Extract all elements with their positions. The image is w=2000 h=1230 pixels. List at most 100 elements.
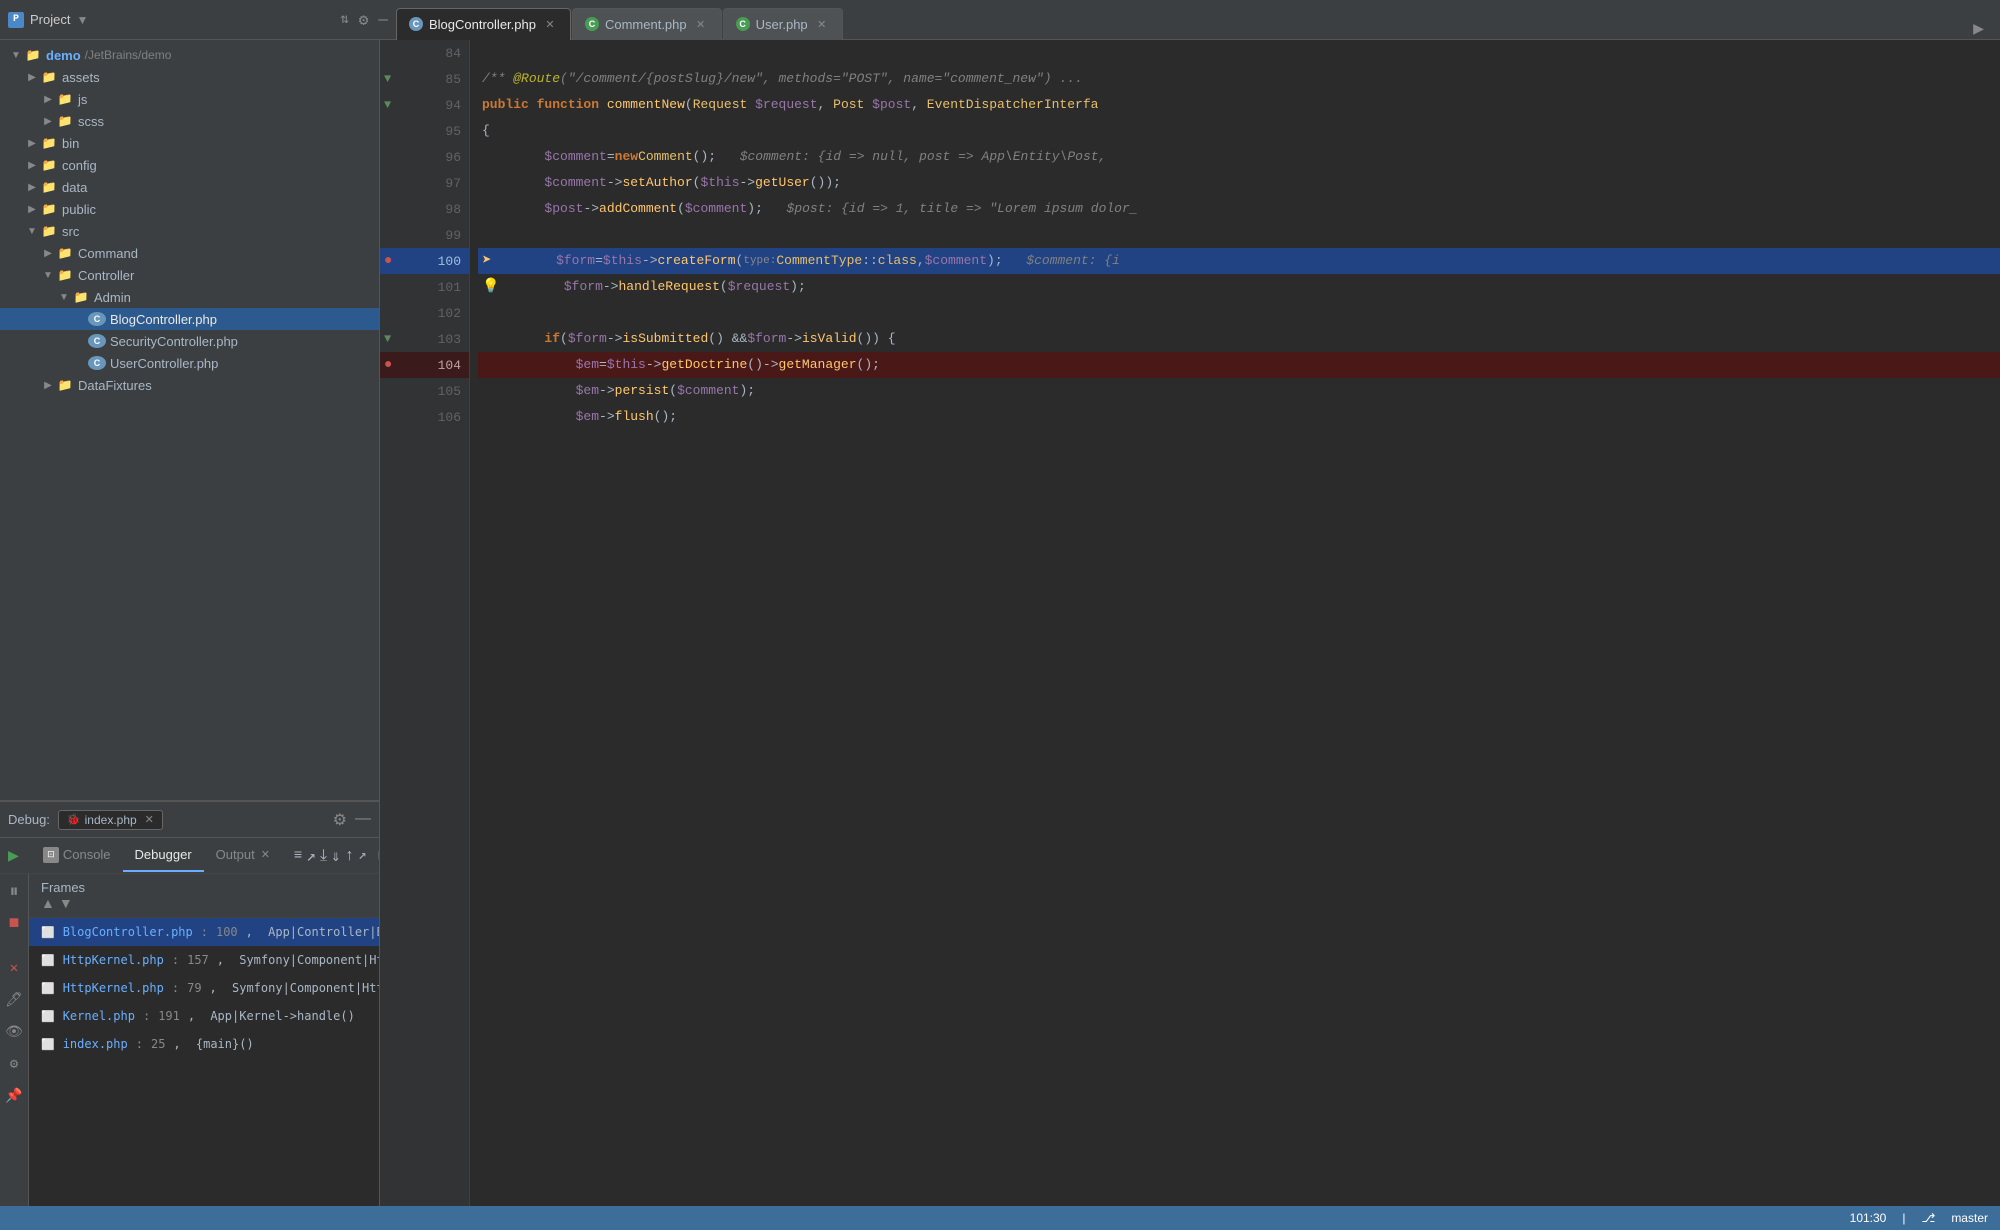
tab-close-comment[interactable]: ✕	[693, 16, 709, 32]
debug-step-out-btn[interactable]: ⇓	[331, 842, 341, 870]
tab-close-blog[interactable]: ✕	[542, 16, 558, 32]
frame-class-1: ,	[217, 953, 231, 967]
frame-line-2: :	[172, 981, 179, 995]
debug-step-over-btn[interactable]: ↗	[306, 842, 316, 870]
debug-settings2-btn[interactable]: ⚙	[0, 1050, 28, 1078]
tree-item-scss[interactable]: ▶ 📁 scss	[0, 110, 379, 132]
code-paren-104a: ()->	[747, 352, 778, 378]
code-arrow-104: ->	[646, 352, 662, 378]
debug-inspect-btn[interactable]: 👁	[0, 1018, 28, 1046]
frame-item-4[interactable]: ⬜ index.php : 25 , {main}()	[29, 1030, 379, 1058]
code-fn-97: setAuthor	[622, 170, 692, 196]
tree-item-securitycontroller[interactable]: ▶ C SecurityController.php	[0, 330, 379, 352]
frame-item-1[interactable]: ⬜ HttpKernel.php : 157 , Symfony|Compone…	[29, 946, 379, 974]
code-type-96: Comment	[638, 144, 693, 170]
tab-label-comment: Comment.php	[605, 17, 687, 32]
project-label[interactable]: Project	[30, 12, 70, 27]
folder-icon-command: 📁	[56, 244, 74, 262]
debug-step-into-btn[interactable]: ⤓	[320, 842, 327, 870]
title-bar: P Project ▼ ⇅ ⚙ — C BlogController.php ✕…	[0, 0, 2000, 40]
tree-item-controller[interactable]: ▼ 📁 Controller	[0, 264, 379, 286]
fold-icon-85[interactable]: ▼	[384, 72, 391, 86]
settings-icon[interactable]: ⇅	[340, 11, 348, 28]
debug-refresh-btn[interactable]: 🖊	[0, 986, 28, 1014]
tab-close-user[interactable]: ✕	[814, 16, 830, 32]
frame-linenum-1: 157	[187, 953, 209, 967]
code-eq-100: =	[595, 248, 603, 274]
tree-item-src[interactable]: ▼ 📁 src	[0, 220, 379, 242]
debug-eval-btn[interactable]: ↗	[358, 842, 366, 870]
code-var-97b: $this	[700, 170, 739, 196]
code-kw-103: if	[544, 326, 560, 352]
debug-file-tab[interactable]: 🐞 index.php ✕	[58, 810, 163, 830]
debug-copy-btn[interactable]: ✕	[0, 954, 28, 982]
frames-scroll-up-btn[interactable]: ▲	[41, 895, 55, 911]
frames-panel: Frames ▲ ▼ ⬜ BlogController.php : 100	[29, 874, 379, 1230]
debug-play-btn[interactable]: ▶	[8, 842, 19, 870]
tree-item-data[interactable]: ▶ 📁 data	[0, 176, 379, 198]
frame-icon-0: ⬜	[41, 926, 55, 939]
debug-file-close[interactable]: ✕	[145, 813, 154, 826]
frame-line-1: :	[172, 953, 179, 967]
debug-header-right: ⚙ —	[333, 810, 371, 830]
debug-run-cursor-btn[interactable]: ↑	[345, 842, 355, 870]
debug-tab-output[interactable]: Output ✕	[204, 840, 282, 872]
folder-icon-data: 📁	[40, 178, 58, 196]
debug-settings-icon[interactable]: ⚙	[333, 810, 347, 830]
fold-icon-103[interactable]: ▼	[384, 332, 391, 346]
debug-tab-debugger[interactable]: Debugger	[123, 840, 204, 872]
tree-item-command[interactable]: ▶ 📁 Command	[0, 242, 379, 264]
minimize-icon[interactable]: —	[378, 11, 388, 29]
debug-pause-btn[interactable]: ⏸	[0, 878, 28, 906]
frame-file-0: BlogController.php	[63, 925, 193, 939]
param-hint-100: type:	[743, 248, 776, 274]
tree-item-demo[interactable]: ▼ 📁 demo /JetBrains/demo	[0, 44, 379, 66]
frames-scroll-down-btn[interactable]: ▼	[59, 895, 73, 911]
code-paren-103a: () &&	[708, 326, 747, 352]
debug-stop-btn[interactable]: ■	[0, 910, 28, 938]
tree-item-datafixtures[interactable]: ▶ 📁 DataFixtures	[0, 374, 379, 396]
frame-item-0[interactable]: ⬜ BlogController.php : 100 , App|Control…	[29, 918, 379, 946]
output-close-icon[interactable]: ✕	[261, 848, 270, 861]
tree-label-js: js	[78, 92, 87, 107]
code-editor[interactable]: 84 85 ▼ 94 ▼ 95	[380, 40, 2000, 1230]
code-paren-105a: (	[669, 378, 677, 404]
debug-tab-console[interactable]: ⊡ Console	[31, 840, 123, 872]
breakpoint-icon-104[interactable]: ●	[384, 357, 392, 373]
tree-item-blogcontroller[interactable]: ▶ C BlogController.php	[0, 308, 379, 330]
tree-arrow-command: ▶	[40, 245, 56, 261]
gutter-icons-85: ▼	[384, 72, 391, 86]
debug-close-icon[interactable]: —	[355, 810, 371, 830]
gear-icon[interactable]: ⚙	[359, 10, 369, 30]
frame-line-4: :	[136, 1037, 143, 1051]
debug-show-frames-btn[interactable]: ≡	[294, 842, 302, 870]
code-paren-101a: (	[720, 274, 728, 300]
code-var-103a: $form	[568, 326, 607, 352]
tree-item-config[interactable]: ▶ 📁 config	[0, 154, 379, 176]
tree-item-bin[interactable]: ▶ 📁 bin	[0, 132, 379, 154]
frame-classname-1: Symfony|Component|HttpKernel|HttpKernel-…	[239, 953, 379, 967]
gutter-icons-104: ●	[384, 357, 392, 373]
tree-item-js[interactable]: ▶ 📁 js	[0, 88, 379, 110]
code-kw-94: public	[482, 92, 529, 118]
tree-item-admin[interactable]: ▼ 📁 Admin	[0, 286, 379, 308]
frame-item-3[interactable]: ⬜ Kernel.php : 191 , App|Kernel->handle(…	[29, 1002, 379, 1030]
tree-label-bin: bin	[62, 136, 79, 151]
line-num-99: 99	[445, 228, 461, 243]
code-content[interactable]: /** @Route("/comment/{postSlug}/new", me…	[470, 40, 2000, 1230]
project-arrow[interactable]: ▼	[76, 13, 88, 27]
tree-arrow-config: ▶	[24, 157, 40, 173]
tab-blogcontroller[interactable]: C BlogController.php ✕	[396, 8, 571, 40]
tree-item-public[interactable]: ▶ 📁 public	[0, 198, 379, 220]
folder-icon-js: 📁	[56, 90, 74, 108]
tree-item-assets[interactable]: ▶ 📁 assets	[0, 66, 379, 88]
gutter-icons-100: ●	[384, 253, 392, 269]
fold-icon-94[interactable]: ▼	[384, 98, 391, 112]
tab-user[interactable]: C User.php ✕	[723, 8, 843, 40]
breakpoint-icon-100[interactable]: ●	[384, 253, 392, 269]
tab-comment[interactable]: C Comment.php ✕	[572, 8, 722, 40]
frame-item-2[interactable]: ⬜ HttpKernel.php : 79 , Symfony|Componen…	[29, 974, 379, 1002]
debug-pin-btn[interactable]: 📌	[0, 1082, 28, 1110]
status-branch-icon: ⎇	[1921, 1211, 1935, 1225]
tree-item-usercontroller[interactable]: ▶ C UserController.php	[0, 352, 379, 374]
